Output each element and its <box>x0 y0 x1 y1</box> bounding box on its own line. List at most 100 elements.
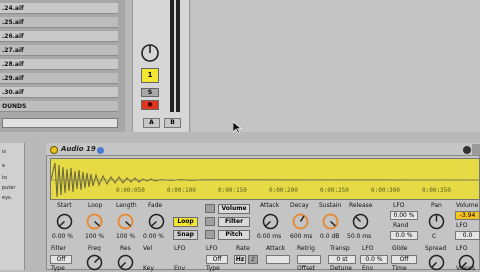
freq-label: Freq <box>88 245 101 252</box>
volume-lfo-label: LFO <box>456 222 468 229</box>
loop-knob[interactable] <box>86 213 103 230</box>
lfo-section-label: LFO <box>206 245 218 252</box>
device-title-bar[interactable] <box>46 143 480 156</box>
folder-item[interactable]: OUNDS <box>0 101 118 112</box>
timeline-tick: 0:00:150 <box>218 187 247 194</box>
time-label: Time <box>392 265 407 272</box>
timeline-tick: 0:00:050 <box>116 187 145 194</box>
sustain-label: Sustain <box>319 202 342 209</box>
offset-label: Offset <box>297 265 316 272</box>
start-knob[interactable] <box>56 213 73 230</box>
pitch-tab-button[interactable]: Pitch <box>218 230 250 240</box>
pan-label: Pan <box>431 202 442 209</box>
fade-knob[interactable] <box>148 213 165 230</box>
pan-knob-device[interactable] <box>428 213 445 230</box>
voices-label: Voices <box>456 265 476 272</box>
length-value: 100 % <box>116 233 136 240</box>
vel-label: Vel <box>143 245 152 252</box>
file-item[interactable]: .27.aif <box>0 45 118 56</box>
arrangement-area[interactable] <box>191 0 480 132</box>
browser-search-field[interactable] <box>2 118 118 128</box>
retrig-label: Retrig <box>297 245 315 252</box>
file-item[interactable]: .29.aif <box>0 73 118 84</box>
attack-knob[interactable] <box>262 213 279 230</box>
fade-label: Fade <box>148 202 163 209</box>
freq-knob[interactable] <box>86 254 103 271</box>
transp-label: Transp <box>330 245 350 252</box>
timeline-tick: 0:00:100 <box>167 187 196 194</box>
pitch-env-label: Env <box>362 265 374 272</box>
fade-value: 0.00 % <box>143 233 164 240</box>
glide-label: Glide <box>392 245 408 252</box>
file-item[interactable]: .25.aif <box>0 17 118 28</box>
filter-env-label: Env <box>174 265 186 272</box>
file-item[interactable]: .30.aif <box>0 87 118 98</box>
loop-label: Loop <box>88 202 103 209</box>
pitch-lfo-field[interactable]: 0.0 % <box>360 255 388 264</box>
release-label: Release <box>349 202 373 209</box>
decay-knob[interactable] <box>292 213 309 230</box>
timeline-tick: 0:00:250 <box>320 187 349 194</box>
sample-waveform[interactable] <box>50 158 480 200</box>
volume-field[interactable]: -3.94 <box>455 211 480 220</box>
level-meter-left <box>170 0 174 112</box>
sustain-value: 0.0 dB <box>320 233 340 240</box>
res-label: Res <box>120 245 131 252</box>
start-value: 0.00 % <box>52 233 73 240</box>
volume-tab-button[interactable]: Volume <box>218 204 250 214</box>
retrig-field[interactable] <box>297 255 321 264</box>
timeline-tick: 0:00:300 <box>371 187 400 194</box>
device-info-icon[interactable] <box>97 147 104 154</box>
detune-label: Detune <box>330 265 352 272</box>
rate-label: Rate <box>236 245 250 252</box>
sustain-knob[interactable] <box>322 213 339 230</box>
filter-type-label: Type <box>51 265 65 272</box>
loop-value: 100 % <box>85 233 105 240</box>
file-item[interactable]: .28.aif <box>0 59 118 70</box>
file-item[interactable]: .24.aif <box>0 3 118 14</box>
filter-select-led[interactable] <box>205 217 215 226</box>
pan-knob[interactable] <box>140 43 160 63</box>
device-menu-icon[interactable] <box>463 146 471 154</box>
rand-field[interactable]: 0.0 % <box>390 231 418 240</box>
pitch-select-led[interactable] <box>205 230 215 239</box>
lfo-type-label: Type <box>206 265 220 272</box>
rate-sync-button[interactable]: ♪ <box>248 255 258 264</box>
glide-field[interactable]: Off <box>391 255 417 264</box>
volume-select-led[interactable] <box>205 204 215 213</box>
track-activator-button[interactable]: 1 <box>141 68 159 83</box>
rate-hz-button[interactable]: Hz <box>234 255 246 264</box>
solo-button[interactable]: S <box>141 88 159 97</box>
record-arm-button[interactable]: ● <box>141 100 159 110</box>
volume-lfo-field[interactable]: 0.0 <box>455 231 480 240</box>
crossfade-a-button[interactable]: A <box>143 118 160 128</box>
lfo-attack-label: Attack <box>266 245 286 252</box>
lfo-attack-field[interactable] <box>266 255 290 264</box>
transp-field[interactable]: 0 st <box>328 255 356 264</box>
lfo-onoff-field[interactable]: Off <box>206 255 228 264</box>
rand-label: Rand <box>393 222 409 229</box>
filter-tab-button[interactable]: Filter <box>218 217 250 227</box>
volume-label: Volume <box>456 202 479 209</box>
snap-toggle-button[interactable]: Snap <box>173 230 198 240</box>
lfo-amount-field[interactable]: 0.00 % <box>390 211 418 220</box>
decay-value: 600 ms <box>290 233 313 240</box>
file-browser: .24.aif .25.aif .26.aif .27.aif .28.aif … <box>0 0 125 132</box>
release-value: 50.0 ms <box>347 233 372 240</box>
crossfade-b-button[interactable]: B <box>164 118 181 128</box>
file-item[interactable]: .26.aif <box>0 31 118 42</box>
key-label: Key <box>143 265 154 272</box>
spread-knob[interactable] <box>428 254 445 271</box>
length-label: Length <box>116 202 137 209</box>
mouse-pointer-icon <box>233 122 242 134</box>
device-scroll-handle[interactable] <box>472 144 480 155</box>
info-panel: is e to puter eys. <box>0 143 25 270</box>
release-knob[interactable] <box>352 213 369 230</box>
filter-label: Filter <box>51 245 66 252</box>
loop-toggle-button[interactable]: Loop <box>173 217 198 227</box>
length-knob[interactable] <box>117 213 134 230</box>
pitch-lfo-label: LFO <box>362 245 374 252</box>
res-knob[interactable] <box>117 254 134 271</box>
device-power-button[interactable] <box>50 146 58 154</box>
filter-onoff-field[interactable]: Off <box>50 255 72 264</box>
